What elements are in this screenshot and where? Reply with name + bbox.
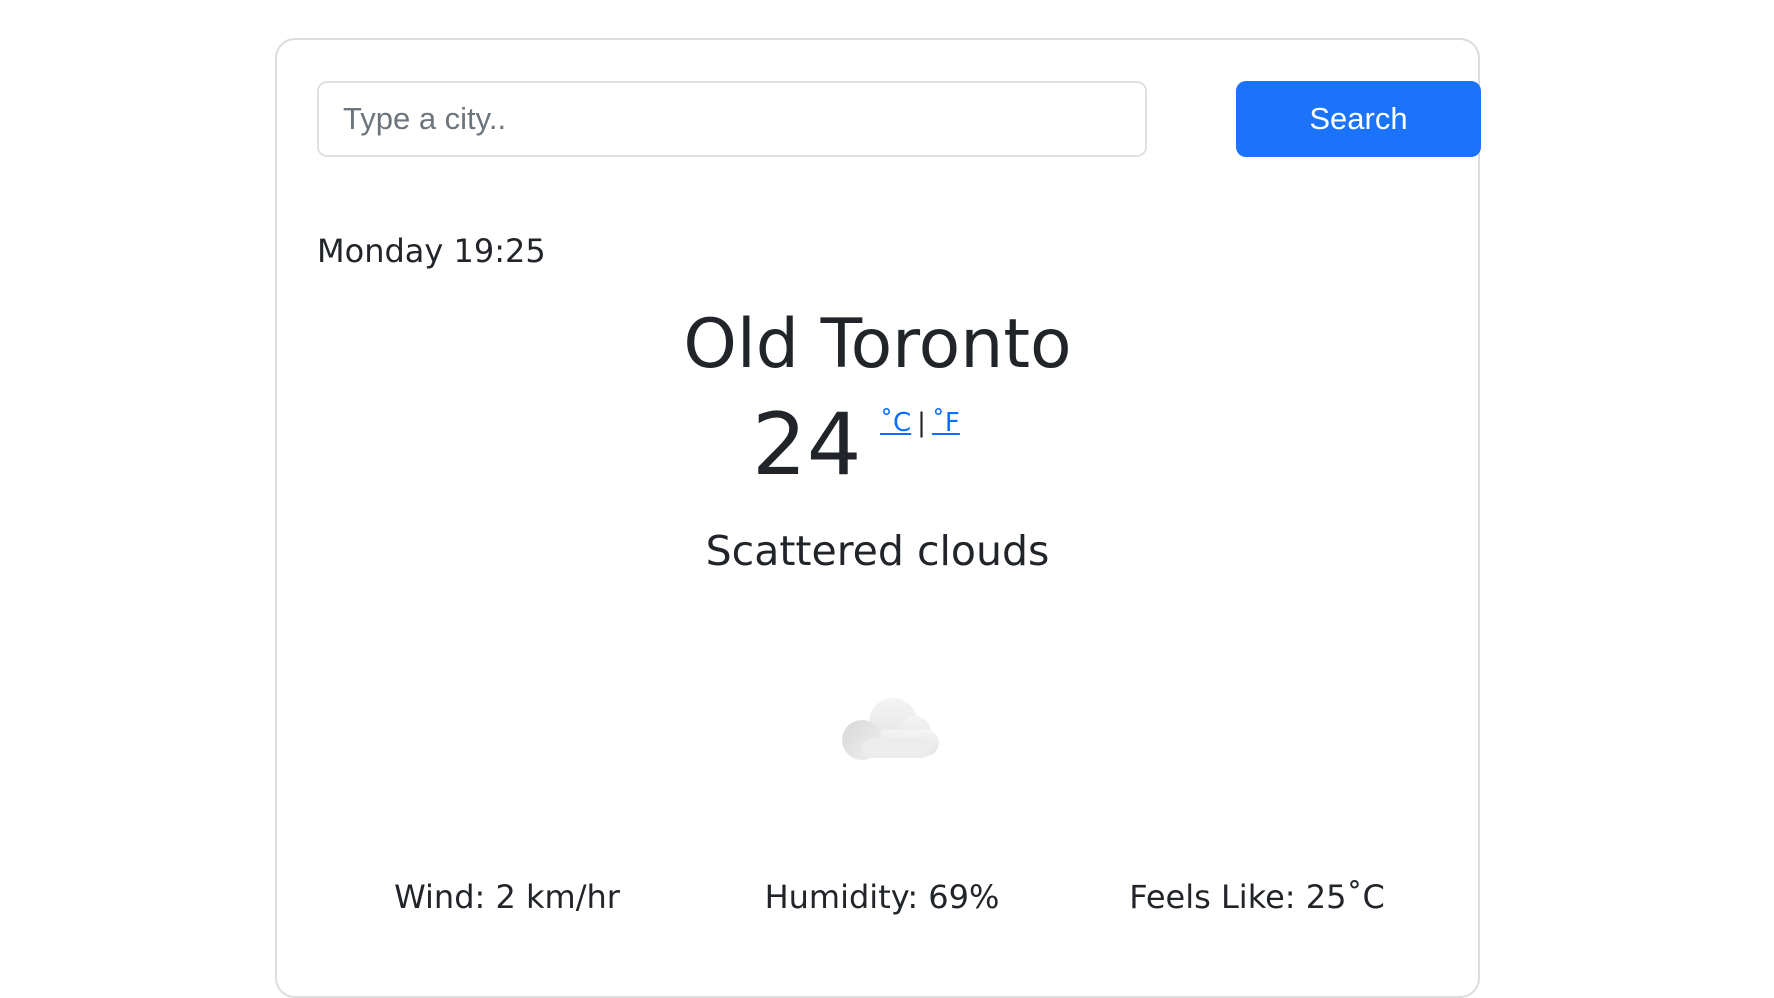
city-name: Old Toronto	[683, 305, 1072, 384]
celsius-link[interactable]: ˚C	[880, 408, 911, 438]
cloud-icon-graphic	[842, 698, 939, 760]
temperature-value: 24	[752, 395, 862, 495]
cloud-icon	[817, 680, 947, 770]
city-search-input[interactable]	[317, 81, 1147, 157]
humidity-stat: Humidity: 69%	[764, 878, 1000, 916]
weather-stats: Wind: 2 km/hr Humidity: 69% Feels Like: …	[277, 878, 1478, 928]
date-time: Monday 19:25	[317, 232, 546, 270]
unit-switch: ˚C | ˚F	[880, 408, 960, 438]
search-button[interactable]: Search	[1236, 81, 1481, 157]
feels-like-stat: Feels Like: 25˚C	[1129, 878, 1385, 916]
search-form: Search	[317, 81, 1481, 157]
weather-card: Search Monday 19:25 Old Toronto 24 ˚C|˚F…	[275, 38, 1481, 998]
wind-stat: Wind: 2 km/hr	[394, 878, 620, 916]
weather-description: Scattered clouds	[705, 527, 1050, 575]
unit-separator: |	[917, 408, 926, 438]
fahrenheit-link[interactable]: ˚F	[932, 408, 960, 438]
